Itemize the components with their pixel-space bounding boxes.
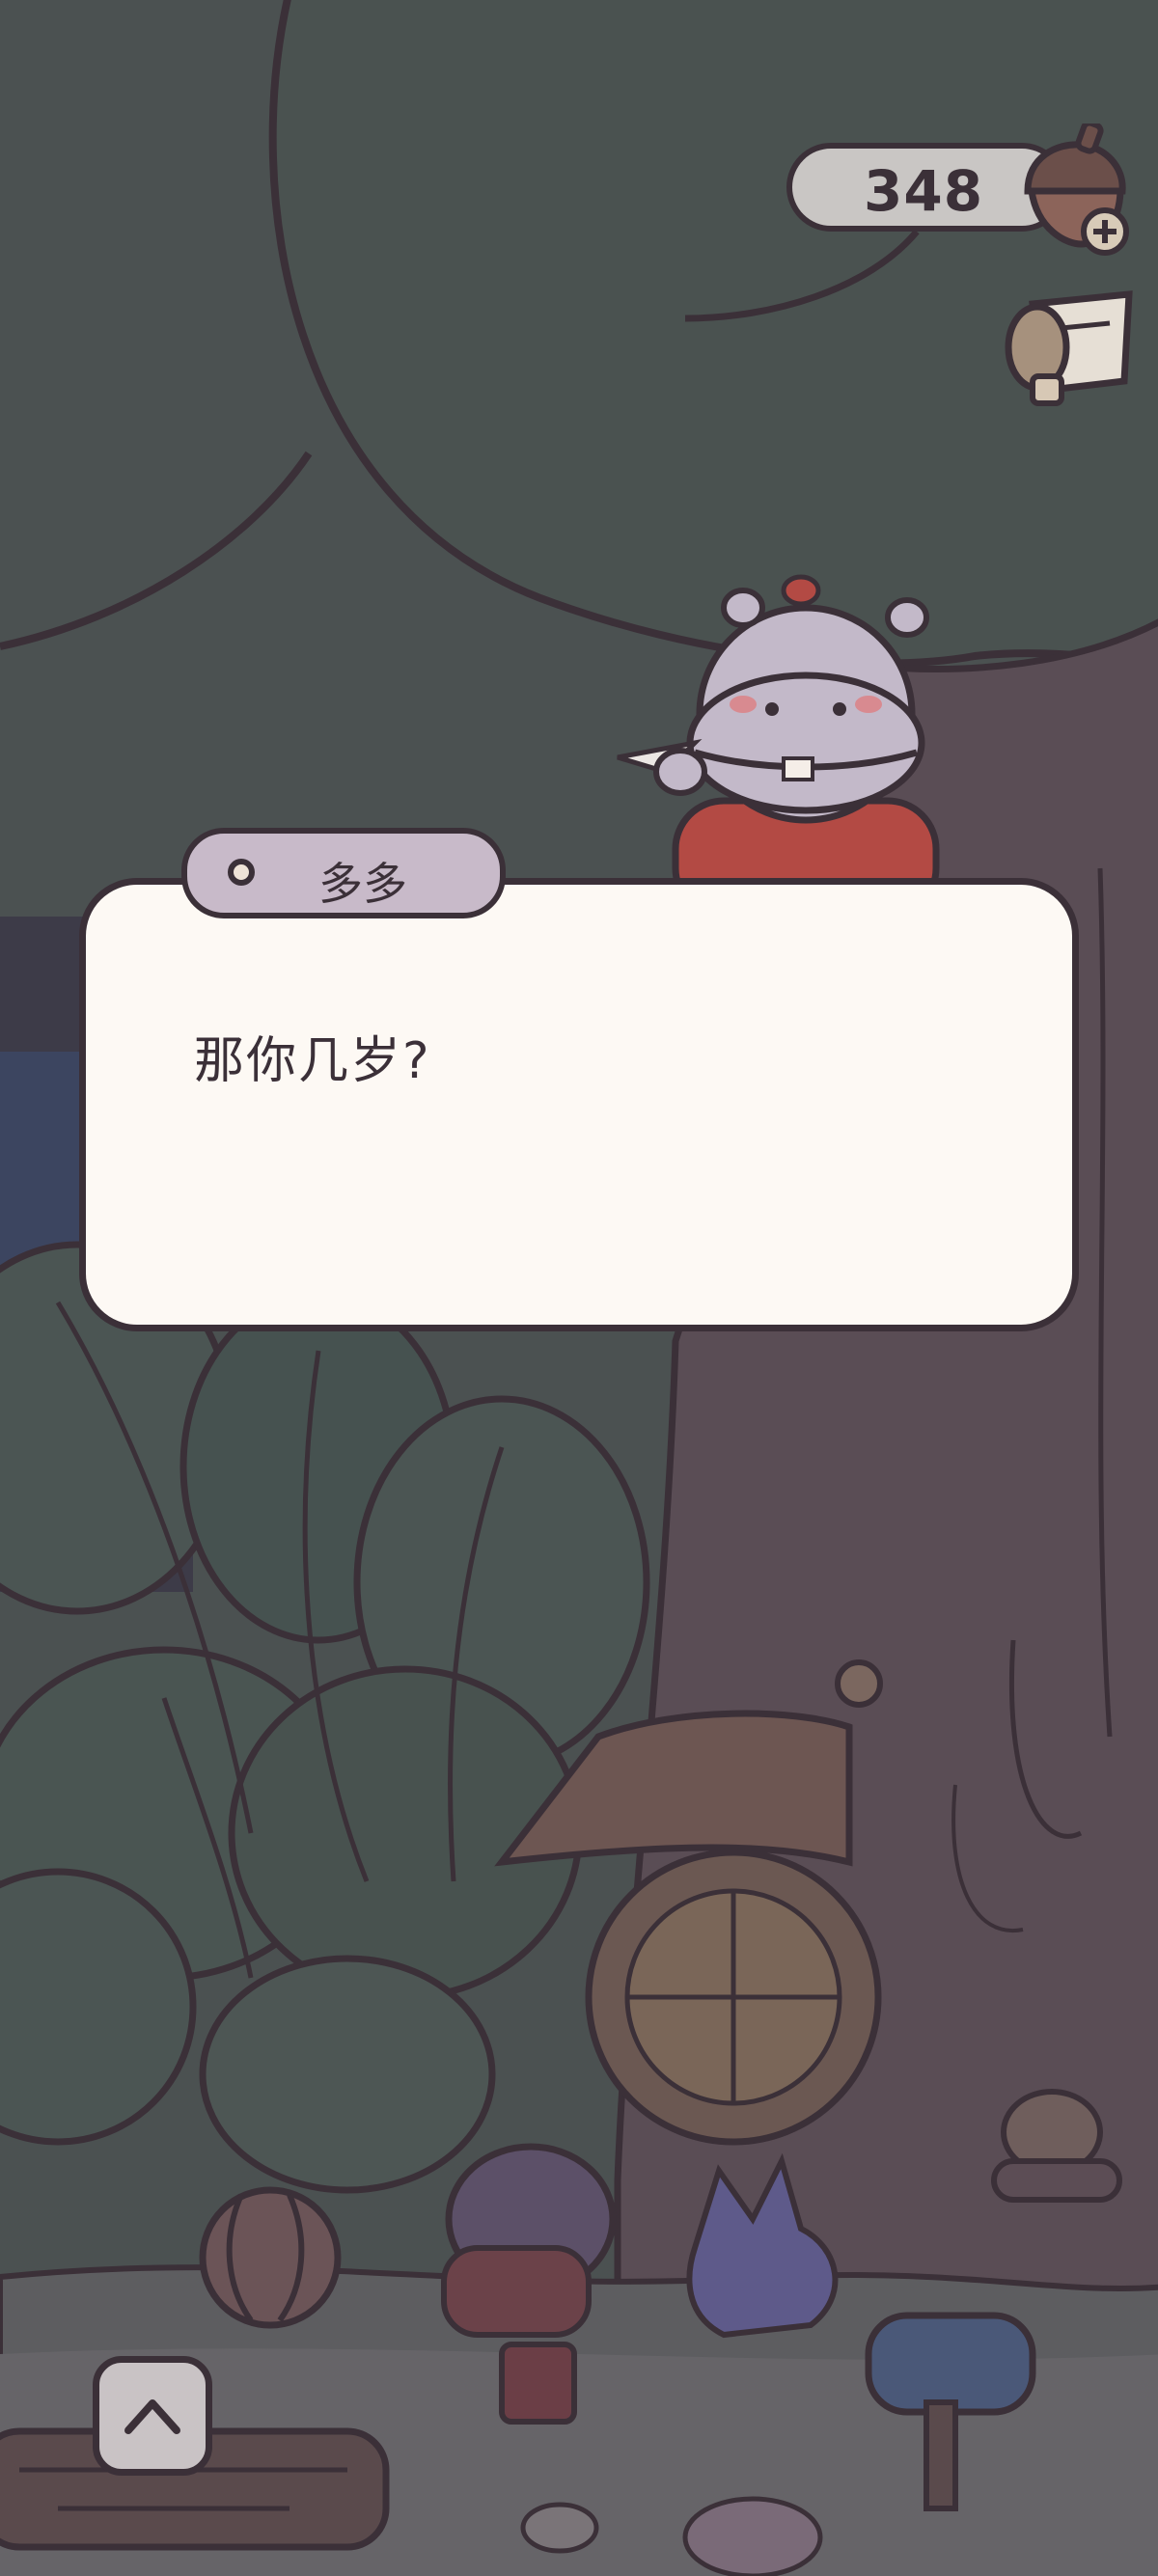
chevron-up-icon — [124, 2399, 180, 2434]
acorn-count: 348 — [864, 158, 984, 224]
plus-icon — [1081, 207, 1129, 256]
quest-scroll-button[interactable] — [994, 285, 1139, 420]
dialog-box[interactable]: 那你几岁? — [79, 878, 1079, 1331]
speaker-name: 多多 — [318, 858, 407, 910]
game-scene: 348 多多 那你几岁? — [0, 0, 1158, 2576]
add-acorns-button[interactable] — [1008, 120, 1144, 259]
expand-menu-button[interactable] — [93, 2356, 212, 2476]
dialog-text: 那你几岁? — [194, 1032, 431, 1090]
speaker-name-tag: 多多 — [181, 828, 506, 918]
scroll-icon — [1005, 290, 1133, 406]
